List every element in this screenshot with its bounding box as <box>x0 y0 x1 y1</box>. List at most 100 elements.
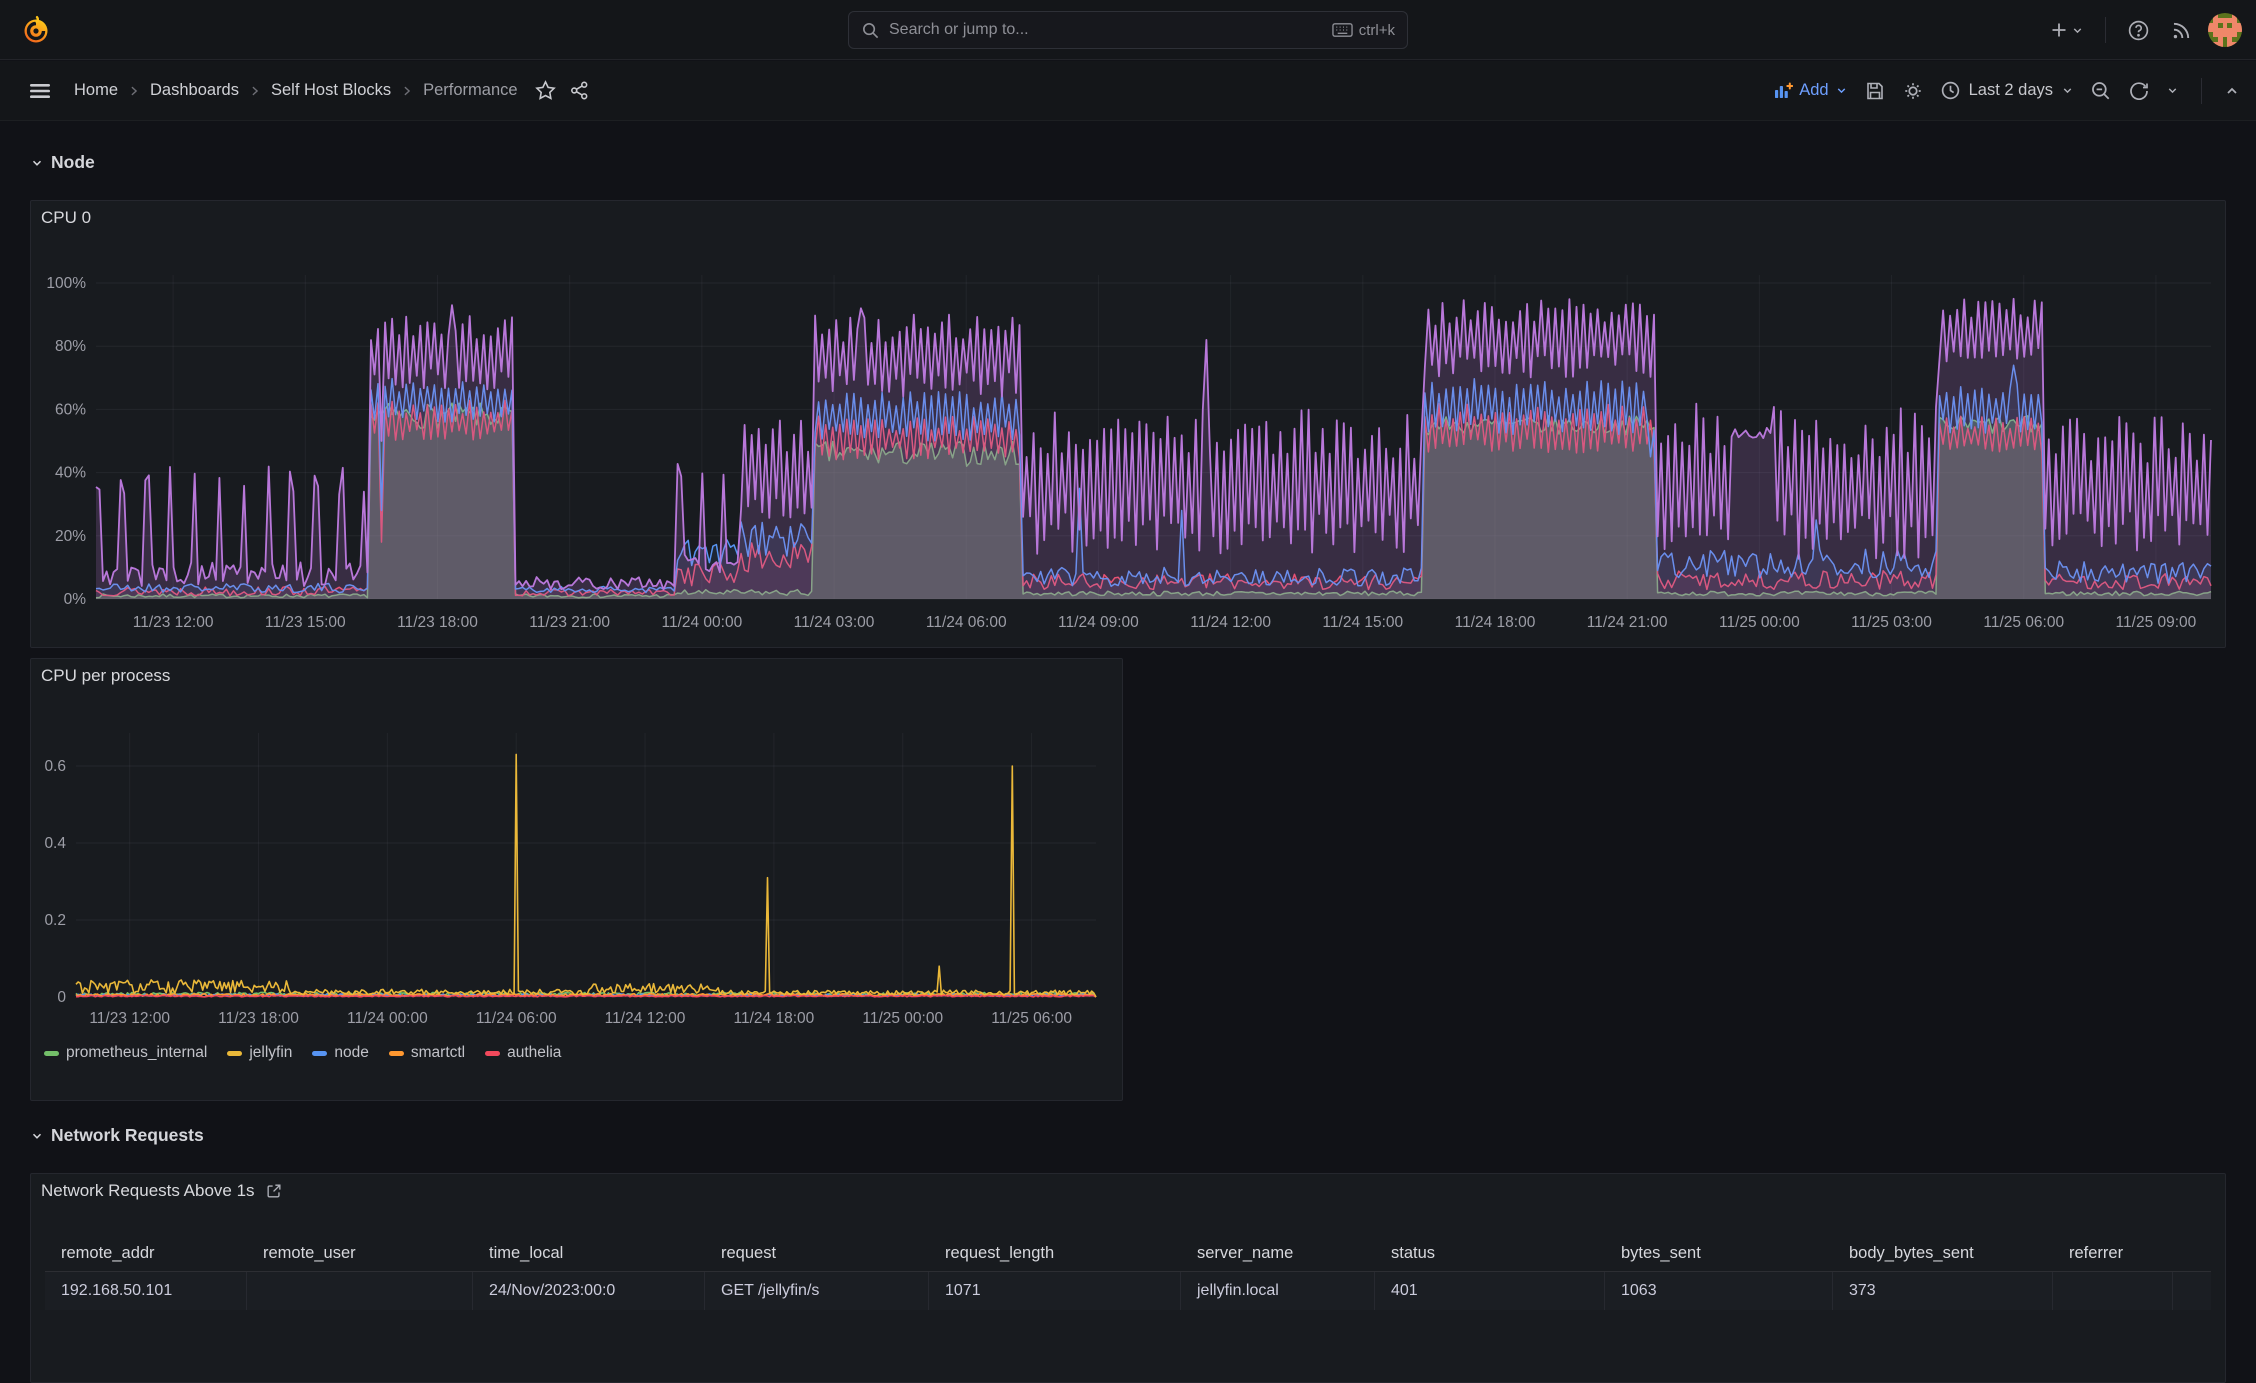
svg-text:11/24 18:00: 11/24 18:00 <box>1455 614 1536 631</box>
svg-text:11/24 00:00: 11/24 00:00 <box>347 1010 428 1027</box>
legend-item-node[interactable]: node <box>312 1044 369 1062</box>
breadcrumb-dashboards[interactable]: Dashboards <box>150 81 239 100</box>
svg-text:11/23 18:00: 11/23 18:00 <box>218 1010 299 1027</box>
breadcrumb-folder[interactable]: Self Host Blocks <box>271 81 391 100</box>
chevron-down-icon <box>32 1133 42 1139</box>
table-cell <box>247 1272 473 1310</box>
svg-text:11/25 00:00: 11/25 00:00 <box>862 1010 943 1027</box>
time-range-picker[interactable]: Last 2 days <box>1940 80 2074 101</box>
settings-gear-button[interactable] <box>1902 80 1924 102</box>
svg-text:11/23 15:00: 11/23 15:00 <box>265 614 346 631</box>
section-row-network[interactable]: Network Requests <box>30 1125 204 1146</box>
search-input[interactable]: Search or jump to... ctrl+k <box>848 11 1408 49</box>
column-header-request_length[interactable]: request_length <box>929 1236 1181 1271</box>
divider <box>2201 77 2202 104</box>
table-row: 192.168.50.101 24/Nov/2023:00:0 GET /jelly… <box>45 1272 2211 1310</box>
avatar[interactable] <box>2208 13 2242 47</box>
add-button[interactable]: Add <box>1773 81 1847 101</box>
table-cell: 1063 <box>1605 1272 1833 1310</box>
column-header-time_local[interactable]: time_local <box>473 1236 705 1271</box>
column-header-bytes_sent[interactable]: bytes_sent <box>1605 1236 1833 1271</box>
cpu0-chart[interactable]: 11/23 12:00 11/23 15:00 11/23 18:00 11/23 2… <box>31 235 2227 649</box>
chevron-right-icon <box>248 84 262 98</box>
column-header-body_bytes_sent[interactable]: body_bytes_sent <box>1833 1236 2053 1271</box>
grafana-logo-icon[interactable] <box>20 14 52 46</box>
search-shortcut: ctrl+k <box>1332 22 1395 39</box>
legend-swatch <box>312 1050 328 1056</box>
search-icon <box>861 21 880 40</box>
table-cell: 192.168.50.101 <box>45 1272 247 1310</box>
external-link-icon[interactable] <box>265 1182 283 1200</box>
table-cell: 401 <box>1375 1272 1605 1310</box>
legend-label: smartctl <box>410 1044 466 1061</box>
panel-network-requests: Network Requests Above 1s remote_addr rem… <box>30 1173 2226 1383</box>
divider <box>2105 17 2106 43</box>
clock-icon <box>1940 80 1961 101</box>
svg-text:11/25 00:00: 11/25 00:00 <box>1719 614 1800 631</box>
chevron-down-icon <box>2063 88 2072 94</box>
favorite-star-button[interactable] <box>534 80 556 101</box>
chevron-right-icon <box>127 84 141 98</box>
zoom-out-button[interactable] <box>2090 80 2112 102</box>
legend-label: jellyfin <box>249 1044 293 1061</box>
chevron-up-icon <box>2227 87 2237 94</box>
menu-icon[interactable] <box>28 79 52 103</box>
svg-text:0.6: 0.6 <box>44 758 66 775</box>
svg-text:100%: 100% <box>46 275 86 292</box>
collapse-toolbar-button[interactable] <box>2224 83 2240 99</box>
panel-network-title[interactable]: Network Requests Above 1s <box>31 1174 2225 1208</box>
new-menu-button[interactable] <box>2044 15 2089 45</box>
svg-text:11/24 12:00: 11/24 12:00 <box>605 1010 686 1027</box>
panel-cpu-per-process: CPU per process 11/23 12:00 11/23 18:00 11… <box>30 658 1123 1101</box>
section-row-node[interactable]: Node <box>30 152 95 173</box>
breadcrumb: Home Dashboards Self Host Blocks Perform… <box>74 80 590 101</box>
column-header-server_name[interactable]: server_name <box>1181 1236 1375 1271</box>
legend-item-jellyfin[interactable]: jellyfin <box>227 1044 292 1062</box>
svg-text:40%: 40% <box>55 465 86 482</box>
svg-text:11/25 06:00: 11/25 06:00 <box>1983 614 2064 631</box>
table-cell: jellyfin.local <box>1181 1272 1375 1310</box>
refresh-interval-dropdown[interactable] <box>2166 84 2179 97</box>
share-button[interactable] <box>569 80 590 101</box>
column-header-remote_user[interactable]: remote_user <box>247 1236 473 1271</box>
legend-swatch <box>227 1050 243 1056</box>
column-header-request[interactable]: request <box>705 1236 929 1271</box>
chevron-down-icon <box>32 160 42 166</box>
table-cell: GET /jellyfin/s <box>705 1272 929 1310</box>
column-header-remote_addr[interactable]: remote_addr <box>45 1236 247 1271</box>
svg-text:20%: 20% <box>55 528 86 545</box>
chevron-down-icon <box>2168 88 2177 94</box>
panel-title-text: CPU 0 <box>41 208 92 227</box>
svg-text:11/23 12:00: 11/23 12:00 <box>89 1010 170 1027</box>
add-button-label: Add <box>1799 81 1829 99</box>
svg-text:80%: 80% <box>55 338 86 355</box>
svg-text:11/25 09:00: 11/25 09:00 <box>2116 614 2197 631</box>
table-header-row: remote_addr remote_user time_local request r… <box>45 1236 2211 1272</box>
save-button[interactable] <box>1864 80 1886 102</box>
svg-text:11/23 21:00: 11/23 21:00 <box>529 614 610 631</box>
add-panel-icon <box>1773 81 1794 101</box>
legend-swatch <box>485 1050 501 1056</box>
svg-text:0.4: 0.4 <box>44 835 66 852</box>
news-rss-button[interactable] <box>2165 14 2198 47</box>
cpu-per-process-chart[interactable]: 11/23 12:00 11/23 18:00 11/24 00:00 11/24 0… <box>31 693 1124 1033</box>
panel-cpu0-title[interactable]: CPU 0 <box>31 201 2225 235</box>
legend-item-authelia[interactable]: authelia <box>485 1044 561 1062</box>
svg-text:11/23 18:00: 11/23 18:00 <box>397 614 478 631</box>
refresh-button[interactable] <box>2128 80 2150 102</box>
dashboard-toolbar: Home Dashboards Self Host Blocks Perform… <box>0 61 2256 121</box>
panel-cpu-per-process-title[interactable]: CPU per process <box>31 659 1122 693</box>
chart-legend: prometheus_internal jellyfin node smartctl a… <box>31 1044 1122 1062</box>
help-button[interactable] <box>2122 14 2155 47</box>
table-cell: 24/Nov/2023:00:0 <box>473 1272 705 1310</box>
svg-text:11/24 18:00: 11/24 18:00 <box>734 1010 815 1027</box>
top-bar: Search or jump to... ctrl+k <box>0 0 2256 60</box>
legend-item-prometheus_internal[interactable]: prometheus_internal <box>44 1044 207 1062</box>
column-header-status[interactable]: status <box>1375 1236 1605 1271</box>
legend-item-smartctl[interactable]: smartctl <box>388 1044 466 1062</box>
shortcut-label: ctrl+k <box>1358 21 1395 39</box>
column-header-referrer[interactable]: referrer <box>2053 1236 2173 1271</box>
breadcrumb-home[interactable]: Home <box>74 81 118 100</box>
svg-text:0.2: 0.2 <box>44 912 66 929</box>
svg-text:11/24 06:00: 11/24 06:00 <box>476 1010 557 1027</box>
